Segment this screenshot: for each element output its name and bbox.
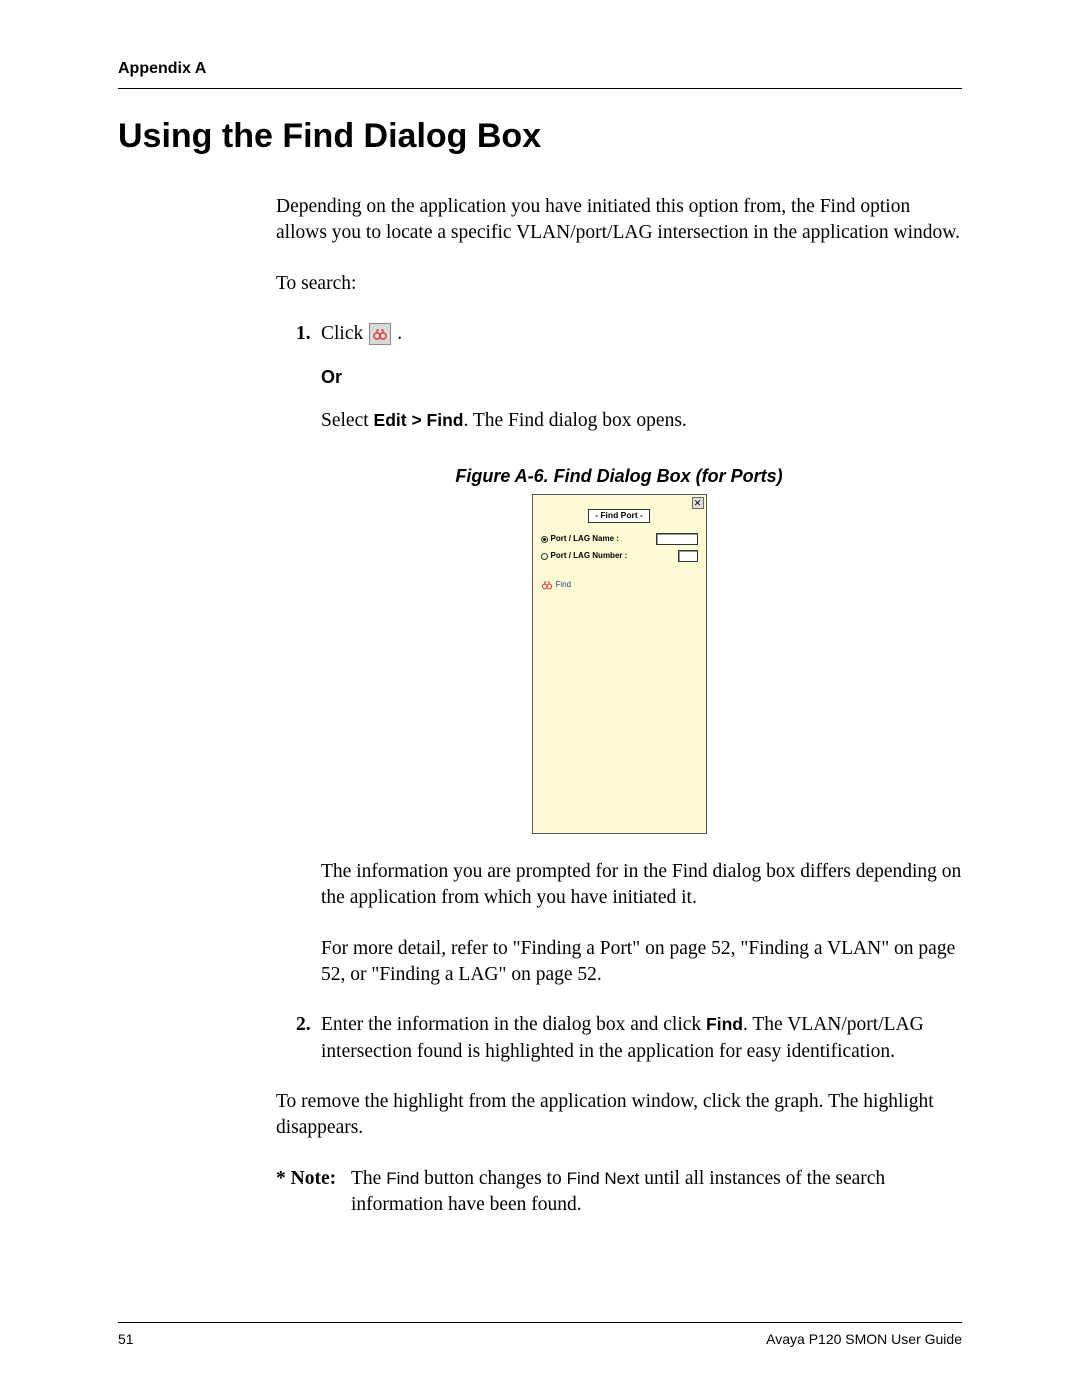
to-search-label: To search: [276,271,962,297]
page-footer: 51 Avaya P120 SMON User Guide [118,1322,962,1347]
header-rule [118,88,962,89]
step-1b-select: Select Edit > Find. The Find dialog box … [321,408,962,434]
dialog-title: - Find Port - [588,509,650,523]
note-find-text: Find [386,1169,419,1188]
note-block: * Note: The Find button changes to Find … [276,1166,962,1219]
radio-port-lag-number[interactable] [541,553,548,560]
note-find-next-text: Find Next [567,1169,640,1188]
step-number: 1. [296,321,321,347]
note-label: * Note: [276,1166,351,1219]
after-step1-p2: For more detail, refer to "Finding a Por… [321,936,962,989]
remove-highlight-paragraph: To remove the highlight from the applica… [276,1089,962,1142]
page-title: Using the Find Dialog Box [118,117,962,156]
input-port-lag-name[interactable] [656,533,698,545]
dialog-close-button[interactable]: ✕ [692,497,704,509]
step-1: 1. Click . [296,321,962,347]
radio-port-lag-name[interactable] [541,536,548,543]
label-port-lag-name: Port / LAG Name : [551,534,653,545]
find-dialog: ✕ - Find Port - Port / LAG Name : Port /… [532,494,707,834]
intro-paragraph: Depending on the application you have in… [276,194,962,247]
or-separator: Or [321,365,962,389]
inline-find-bold: Find [706,1014,743,1034]
dialog-row-number: Port / LAG Number : [541,550,698,562]
footer-page-number: 51 [118,1331,134,1347]
step-1-period: . [397,321,402,347]
figure-caption: Figure A-6. Find Dialog Box (for Ports) [276,464,962,488]
step-2: 2. Enter the information in the dialog b… [296,1012,962,1065]
after-step1-p1: The information you are prompted for in … [321,859,962,912]
menu-path-text: Edit > Find [374,410,464,430]
appendix-header: Appendix A [118,60,962,78]
binoculars-icon [541,579,553,591]
footer-doc-title: Avaya P120 SMON User Guide [766,1331,962,1347]
find-button-label: Find [556,580,572,591]
binoculars-toolbar-icon[interactable] [369,323,391,345]
input-port-lag-number[interactable] [678,550,698,562]
dialog-row-name: Port / LAG Name : [541,533,698,545]
figure-wrapper: ✕ - Find Port - Port / LAG Name : Port /… [276,494,962,834]
step-1-click-text: Click [321,321,363,347]
label-port-lag-number: Port / LAG Number : [551,551,675,562]
find-button[interactable]: Find [541,579,572,591]
step-2-number: 2. [296,1012,321,1065]
